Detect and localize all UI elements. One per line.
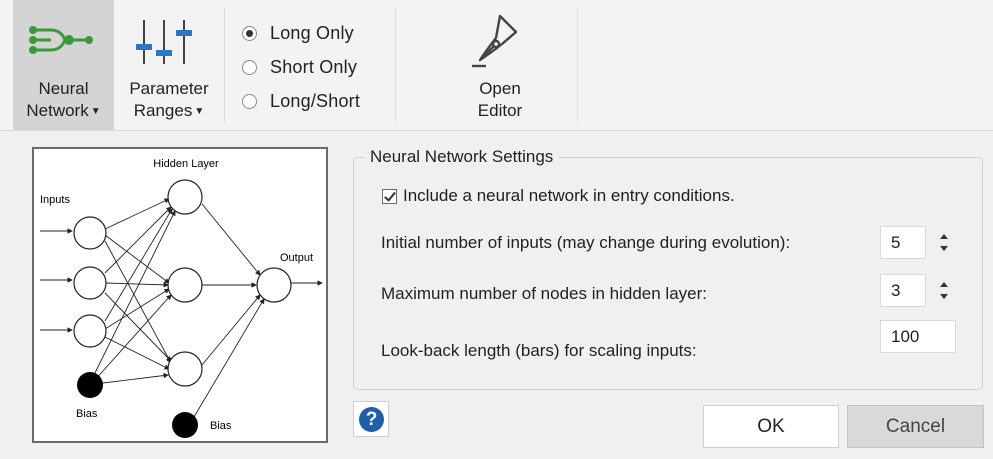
radio-label: Long Only bbox=[270, 22, 354, 43]
help-icon: ? bbox=[359, 407, 384, 432]
bias-label: Bias bbox=[76, 408, 98, 420]
ribbon-toolbar: Neural Network ▼ Parameter Ranges ▼ Long O… bbox=[0, 0, 993, 131]
hidden-nodes-field[interactable]: 3 bbox=[880, 274, 926, 307]
neural-network-label-2: Network bbox=[26, 101, 89, 120]
neural-network-button[interactable]: Neural Network ▼ bbox=[13, 0, 114, 130]
radio-long-only[interactable]: Long Only bbox=[242, 16, 360, 50]
neural-network-icon bbox=[13, 14, 114, 70]
output-label: Output bbox=[280, 252, 313, 264]
ribbon-separator bbox=[577, 8, 578, 122]
inputs-label: Inputs bbox=[40, 194, 70, 206]
checkbox-checked-icon bbox=[382, 188, 397, 204]
bias-label-2: Bias bbox=[210, 420, 232, 432]
help-button[interactable]: ? bbox=[353, 401, 389, 437]
lookback-field[interactable]: 100 bbox=[880, 320, 956, 353]
radio-label: Long/Short bbox=[270, 90, 361, 111]
neural-network-label-1: Neural bbox=[38, 79, 89, 98]
open-editor-label-2: Editor bbox=[477, 101, 523, 120]
ribbon-separator bbox=[395, 8, 396, 122]
ribbon-separator bbox=[224, 8, 225, 122]
inputs-count-spinner[interactable] bbox=[934, 226, 954, 259]
hidden-layer-label: Hidden Layer bbox=[153, 158, 219, 170]
open-editor-label-1: Open bbox=[479, 79, 521, 98]
ok-button[interactable]: OK bbox=[703, 405, 839, 448]
inputs-count-label: Initial number of inputs (may change dur… bbox=[381, 233, 791, 252]
radio-label: Short Only bbox=[270, 56, 358, 77]
radio-long-short[interactable]: Long/Short bbox=[242, 84, 360, 118]
parameter-ranges-label-1: Parameter bbox=[129, 79, 209, 98]
neural-network-diagram: Hidden Layer Inputs Output Bias Bias bbox=[32, 147, 328, 443]
radio-selected-icon bbox=[242, 25, 257, 41]
radio-short-only[interactable]: Short Only bbox=[242, 50, 360, 84]
sliders-icon bbox=[114, 14, 224, 70]
inputs-count-field[interactable]: 5 bbox=[880, 226, 926, 259]
spin-down-icon[interactable] bbox=[940, 294, 948, 299]
pen-nib-icon bbox=[430, 14, 570, 70]
cancel-button[interactable]: Cancel bbox=[847, 405, 984, 448]
radio-unselected-icon bbox=[242, 93, 257, 109]
chevron-down-icon: ▼ bbox=[194, 106, 205, 117]
spin-up-icon[interactable] bbox=[940, 234, 948, 239]
hidden-nodes-label: Maximum number of nodes in hidden layer: bbox=[381, 284, 707, 303]
include-network-checkbox[interactable]: Include a neural network in entry condit… bbox=[382, 186, 735, 206]
position-mode-radio-group: Long Only Short Only Long/Short bbox=[242, 16, 360, 118]
spin-up-icon[interactable] bbox=[940, 282, 948, 287]
settings-group-title: Neural Network Settings bbox=[364, 147, 560, 167]
lookback-label: Look-back length (bars) for scaling inpu… bbox=[381, 341, 697, 360]
parameter-ranges-label-2: Ranges bbox=[133, 101, 193, 120]
spin-down-icon[interactable] bbox=[940, 246, 948, 251]
open-editor-button[interactable]: Open Editor bbox=[430, 0, 570, 130]
parameter-ranges-button[interactable]: Parameter Ranges ▼ bbox=[114, 0, 224, 130]
chevron-down-icon: ▼ bbox=[90, 106, 101, 117]
include-network-label: Include a neural network in entry condit… bbox=[403, 186, 735, 205]
hidden-nodes-spinner[interactable] bbox=[934, 274, 954, 307]
radio-unselected-icon bbox=[242, 59, 257, 75]
